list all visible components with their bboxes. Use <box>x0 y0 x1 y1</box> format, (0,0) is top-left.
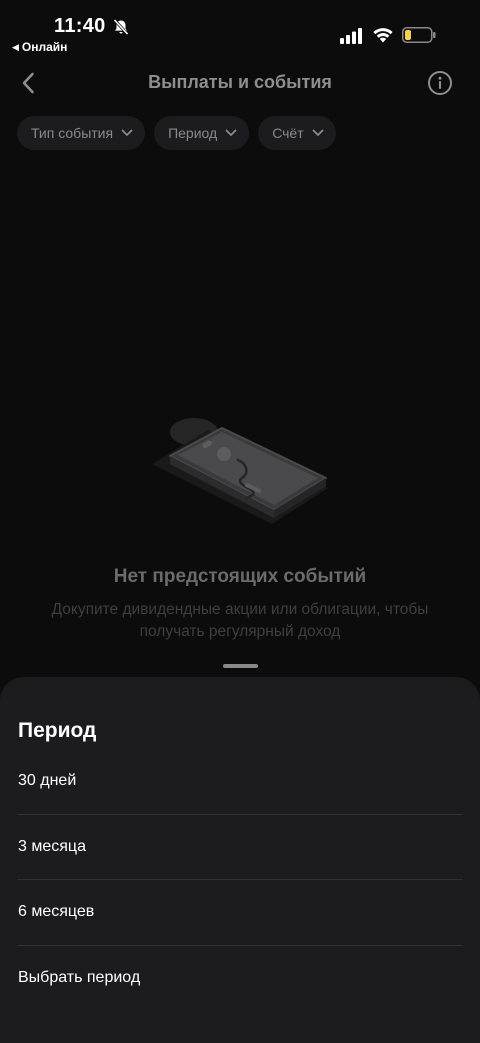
filter-label: Период <box>168 125 218 141</box>
phone-illustration-icon <box>152 418 328 524</box>
filter-account[interactable]: Счёт <box>258 116 336 150</box>
bell-slash-icon <box>113 19 129 35</box>
screen: 11:40 ◀ Онлайн Выплаты и события Тип соб… <box>0 0 480 1043</box>
empty-state-description: Докупите дивидендные акции или облигации… <box>51 601 429 640</box>
back-app-label: Онлайн <box>21 40 68 54</box>
period-option-6-months[interactable]: 6 месяцев <box>18 880 462 946</box>
wifi-icon <box>373 28 393 43</box>
sheet-title: Период <box>18 719 97 742</box>
period-option-3-months[interactable]: 3 месяца <box>18 815 462 880</box>
battery-low-icon <box>402 27 436 43</box>
filter-chips: Тип события Период Счёт <box>17 116 336 150</box>
chevron-down-icon <box>225 129 237 136</box>
back-to-app-link[interactable]: ◀ Онлайн <box>12 40 67 54</box>
period-bottom-sheet: Период 30 дней 3 месяца 6 месяцев Выбрат… <box>0 677 480 1043</box>
nav-bar: Выплаты и события <box>0 60 480 106</box>
sheet-drag-handle[interactable] <box>223 664 258 668</box>
option-label: 30 дней <box>18 772 77 790</box>
filter-period[interactable]: Период <box>154 116 250 150</box>
info-circle-icon[interactable] <box>427 70 453 96</box>
status-time: 11:40 <box>54 15 106 37</box>
chevron-down-icon <box>312 129 324 136</box>
option-label: 6 месяцев <box>18 903 95 921</box>
period-option-30-days[interactable]: 30 дней <box>18 749 462 815</box>
filter-label: Счёт <box>272 125 304 141</box>
signal-icon <box>340 28 362 44</box>
back-triangle-icon: ◀ <box>12 41 19 52</box>
period-options: 30 дней 3 месяца 6 месяцев Выбрать перио… <box>18 749 462 1011</box>
chevron-down-icon <box>121 129 133 136</box>
status-bar: 11:40 ◀ Онлайн <box>0 0 480 60</box>
option-label: Выбрать период <box>18 969 141 987</box>
filter-event-type[interactable]: Тип события <box>17 116 146 150</box>
filter-label: Тип события <box>31 125 114 141</box>
option-label: 3 месяца <box>18 837 86 855</box>
period-option-custom[interactable]: Выбрать период <box>18 946 462 1012</box>
empty-state-title: Нет предстоящих событий <box>113 566 367 587</box>
page-title: Выплаты и события <box>148 72 332 92</box>
